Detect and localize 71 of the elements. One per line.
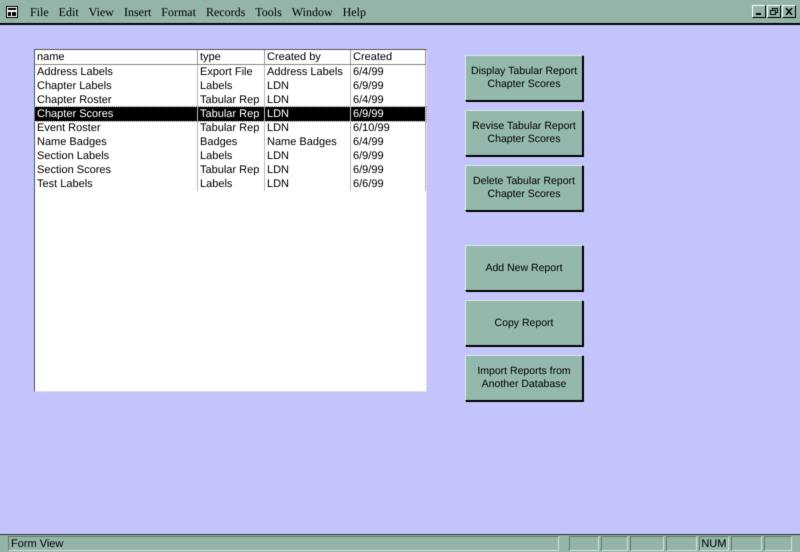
list-cell: Section Scores: [35, 163, 198, 177]
status-panel: [730, 536, 762, 551]
list-cell: Name Badges: [35, 135, 198, 149]
list-cell: Tabular Rep: [198, 163, 265, 177]
status-panel: [764, 536, 792, 551]
list-cell: 6/4/99: [351, 135, 426, 149]
minimize-icon[interactable]: [752, 5, 766, 18]
report-button[interactable]: Add New Report: [465, 245, 583, 291]
list-cell: Tabular Rep: [198, 121, 265, 135]
close-icon[interactable]: [782, 5, 796, 18]
list-cell: Labels: [198, 79, 265, 93]
list-cell: 6/9/99: [351, 149, 426, 163]
list-row[interactable]: Section Labels Labels LDN 6/9/99: [35, 149, 426, 163]
list-cell: 6/9/99: [351, 79, 426, 93]
status-text: Form View: [8, 536, 560, 551]
status-panel: [630, 536, 664, 551]
list-cell: LDN: [265, 121, 351, 135]
list-cell: Chapter Labels: [35, 79, 198, 93]
column-header[interactable]: Created by: [265, 50, 351, 64]
list-row[interactable]: Address Labels Export File Address Labels 6/4/99: [35, 65, 426, 79]
column-header[interactable]: type: [198, 50, 265, 64]
list-cell: 6/10/99: [351, 121, 426, 135]
menu-item[interactable]: Help: [342, 2, 366, 20]
restore-icon[interactable]: [767, 5, 781, 18]
list-row[interactable]: Test Labels Labels LDN 6/6/99: [35, 177, 426, 191]
list-cell: LDN: [265, 107, 351, 121]
status-panel: [666, 536, 698, 551]
list-cell: LDN: [265, 149, 351, 163]
menu-item[interactable]: View: [88, 2, 114, 20]
list-cell: Test Labels: [35, 177, 198, 191]
menu-item[interactable]: Window: [292, 2, 333, 20]
list-row[interactable]: Chapter Scores Tabular Rep LDN 6/9/99: [35, 107, 426, 121]
app-icon[interactable]: [6, 6, 18, 18]
report-button[interactable]: Copy Report: [465, 300, 583, 346]
list-cell: Labels: [198, 177, 265, 191]
report-button[interactable]: Revise Tabular Report Chapter Scores: [465, 110, 583, 156]
list-cell: LDN: [265, 163, 351, 177]
list-cell: Export File: [198, 65, 265, 79]
list-cell: Event Roster: [35, 121, 198, 135]
list-cell: Address Labels: [265, 65, 351, 79]
list-cell: 6/4/99: [351, 65, 426, 79]
list-row[interactable]: Section Scores Tabular Rep LDN 6/9/99: [35, 163, 426, 177]
status-panel: [600, 536, 628, 551]
list-cell: Chapter Scores: [35, 107, 198, 121]
list-cell: Badges: [198, 135, 265, 149]
list-cell: 6/9/99: [351, 163, 426, 177]
report-button[interactable]: Display Tabular Report Chapter Scores: [465, 55, 583, 101]
menu-item[interactable]: File: [30, 2, 49, 20]
list-cell: 6/6/99: [351, 177, 426, 191]
menu-item[interactable]: Insert: [124, 2, 152, 20]
num-lock-indicator: NUM: [699, 536, 729, 551]
list-cell: Tabular Rep: [198, 107, 265, 121]
report-button[interactable]: Delete Tabular Report Chapter Scores: [465, 165, 583, 211]
list-cell: Address Labels: [35, 65, 198, 79]
column-header[interactable]: Created: [351, 50, 426, 64]
menu-item[interactable]: Records: [206, 2, 246, 20]
list-cell: Labels: [198, 149, 265, 163]
menu-item[interactable]: Tools: [255, 2, 282, 20]
list-row[interactable]: Chapter Labels Labels LDN 6/9/99: [35, 79, 426, 93]
list-row[interactable]: Name Badges Badges Name Badges 6/4/99: [35, 135, 426, 149]
list-cell: Name Badges: [265, 135, 351, 149]
list-cell: 6/9/99: [351, 107, 426, 121]
list-cell: LDN: [265, 79, 351, 93]
report-button[interactable]: Import Reports from Another Database: [465, 355, 583, 401]
list-cell: Section Labels: [35, 149, 198, 163]
status-panel: [569, 536, 599, 551]
menu-item[interactable]: Format: [161, 2, 196, 20]
column-header[interactable]: name: [35, 50, 198, 64]
list-cell: LDN: [265, 177, 351, 191]
menu-item[interactable]: Edit: [58, 2, 79, 20]
list-row[interactable]: Event Roster Tabular Rep LDN 6/10/99: [35, 121, 426, 135]
